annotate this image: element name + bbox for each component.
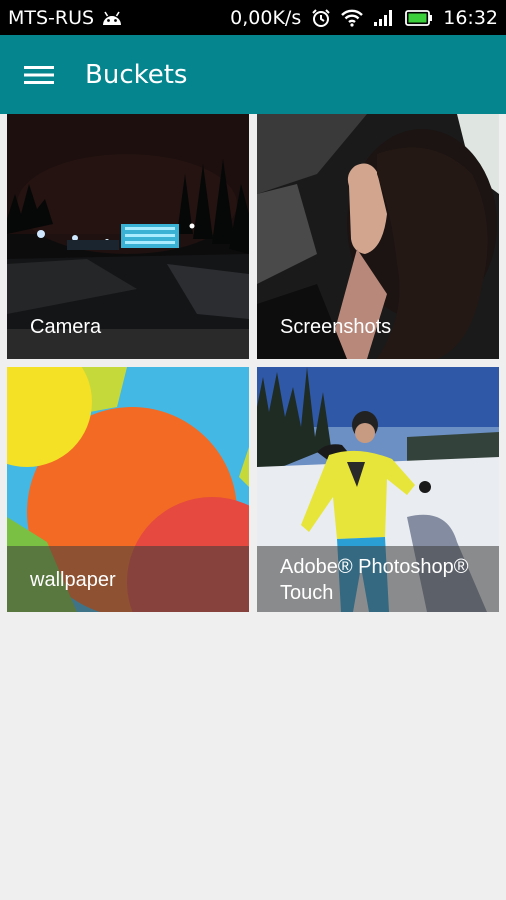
alarm-icon (311, 8, 331, 28)
status-bar: MTS-RUS 0,00K/s 16:32 (0, 0, 506, 35)
bucket-name: wallpaper (30, 569, 116, 591)
bucket-name: Camera (30, 316, 102, 338)
android-icon (100, 9, 124, 27)
bucket-tile-screenshots[interactable]: Screenshots (257, 114, 499, 359)
page-title: Buckets (85, 59, 188, 90)
battery-icon (405, 9, 433, 26)
bucket-name: Screenshots (280, 316, 392, 338)
signal-icon (373, 9, 395, 27)
wifi-icon (341, 9, 364, 27)
carrier-name: MTS-RUS (8, 6, 95, 29)
bucket-tile-camera[interactable]: Camera (7, 114, 249, 359)
hamburger-menu-icon[interactable] (0, 35, 78, 114)
app-bar: Buckets (0, 35, 506, 114)
bucket-name: Adobe® Photoshop® Touch (280, 556, 469, 604)
clock: 16:32 (443, 6, 498, 29)
bucket-tile-adobe-photoshop-touch[interactable]: Adobe® Photoshop® Touch (257, 367, 499, 612)
bucket-tile-wallpaper[interactable]: wallpaper (7, 367, 249, 612)
network-speed: 0,00K/s (230, 6, 302, 29)
